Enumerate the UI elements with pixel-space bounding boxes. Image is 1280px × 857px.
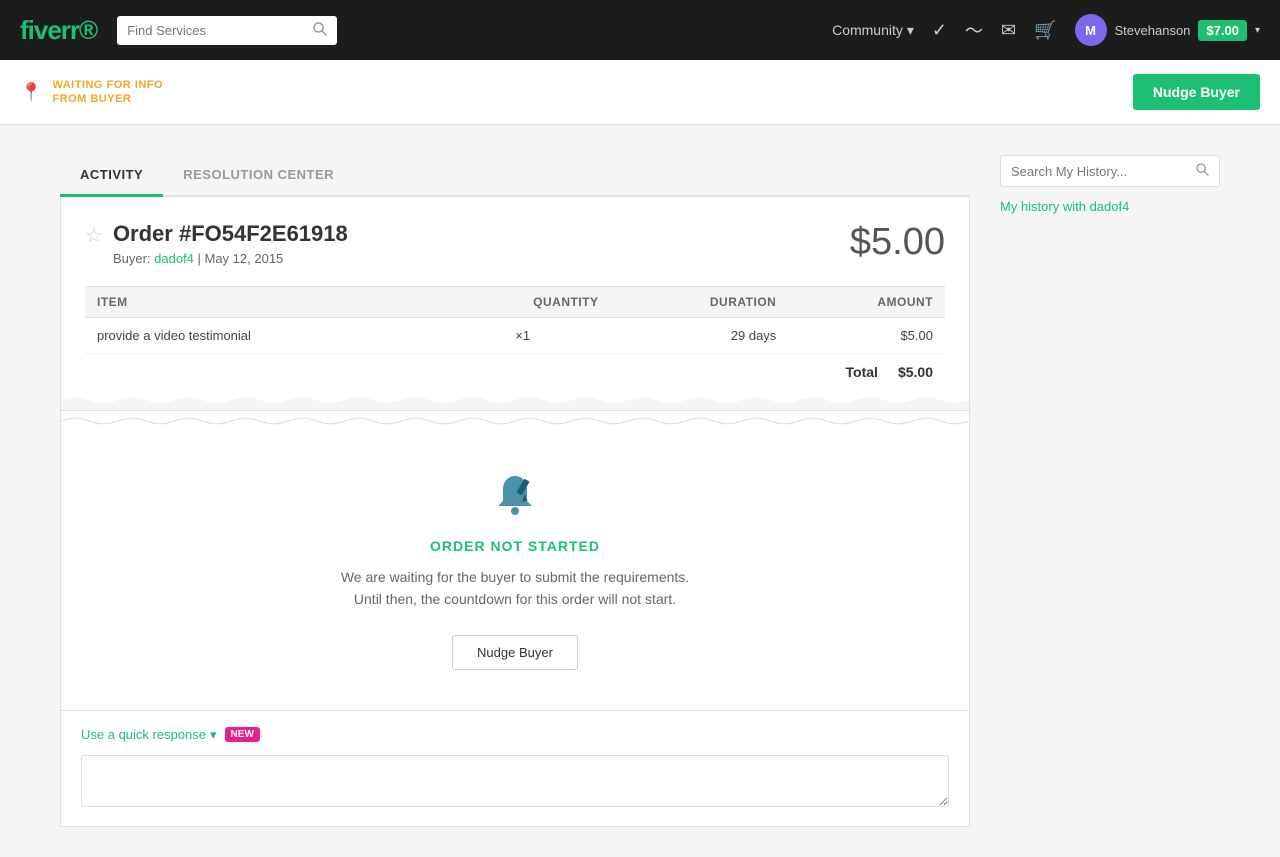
tab-resolution-center[interactable]: RESOLUTION CENTER bbox=[163, 155, 354, 197]
table-row: provide a video testimonial ×1 29 days $… bbox=[85, 318, 945, 354]
buyer-link[interactable]: dadof4 bbox=[154, 251, 194, 266]
logo[interactable]: fiverr® bbox=[20, 15, 97, 46]
header-nav: Community ▾ ✓ 〜 ✉ 🛒 M Stevehanson $7.00 … bbox=[832, 14, 1260, 46]
col-amount: AMOUNT bbox=[788, 287, 945, 318]
total-value: $5.00 bbox=[898, 364, 933, 380]
right-sidebar: My history with dadof4 bbox=[1000, 155, 1220, 827]
user-chevron-icon: ▾ bbox=[1255, 25, 1260, 36]
user-area[interactable]: M Stevehanson $7.00 ▾ bbox=[1075, 14, 1260, 46]
analytics-icon[interactable]: 〜 bbox=[965, 17, 983, 43]
waiting-line1: We are waiting for the buyer to submit t… bbox=[81, 566, 949, 588]
new-badge: NEW bbox=[225, 727, 260, 742]
quick-response-header: Use a quick response ▾ NEW bbox=[81, 727, 949, 743]
nudge-buyer-button-center[interactable]: Nudge Buyer bbox=[452, 635, 578, 670]
logo-dot: ® bbox=[79, 15, 97, 45]
checkmark-icon[interactable]: ✓ bbox=[932, 20, 947, 41]
col-duration: DURATION bbox=[611, 287, 789, 318]
order-meta: Buyer: dadof4 | May 12, 2015 bbox=[113, 251, 348, 266]
status-text: WAITING FOR INFO FROM BUYER bbox=[52, 78, 163, 107]
history-link[interactable]: My history with dadof4 bbox=[1000, 199, 1220, 214]
order-header: ☆ Order #FO54F2E61918 Buyer: dadof4 | Ma… bbox=[85, 221, 945, 266]
col-item: ITEM bbox=[85, 287, 435, 318]
order-not-started-label: ORDER NOT STARTED bbox=[81, 538, 949, 554]
col-quantity: QUANTITY bbox=[435, 287, 611, 318]
not-started-card: ORDER NOT STARTED We are waiting for the… bbox=[60, 431, 970, 711]
cart-icon[interactable]: 🛒 bbox=[1034, 20, 1056, 41]
quick-response-chevron-icon: ▾ bbox=[210, 727, 217, 743]
avatar-initial: M bbox=[1085, 23, 1096, 38]
username: Stevehanson bbox=[1115, 23, 1191, 38]
quick-response-card: Use a quick response ▾ NEW bbox=[60, 711, 970, 827]
quick-response-link[interactable]: Use a quick response ▾ bbox=[81, 727, 217, 743]
messages-icon[interactable]: ✉ bbox=[1001, 20, 1016, 41]
bell-icon-wrap bbox=[81, 471, 949, 524]
nudge-buyer-button-top[interactable]: Nudge Buyer bbox=[1133, 74, 1260, 110]
wavy-separator bbox=[60, 411, 970, 431]
status-label-line1: WAITING FOR INFO bbox=[52, 78, 163, 92]
date-separator: | bbox=[194, 251, 205, 266]
balance-badge: $7.00 bbox=[1198, 20, 1247, 41]
row-amount: $5.00 bbox=[788, 318, 945, 354]
search-icon bbox=[313, 22, 327, 39]
order-card: ☆ Order #FO54F2E61918 Buyer: dadof4 | Ma… bbox=[60, 197, 970, 411]
history-search-input[interactable] bbox=[1011, 164, 1190, 179]
waiting-text: We are waiting for the buyer to submit t… bbox=[81, 566, 949, 611]
status-label-line2: FROM BUYER bbox=[52, 92, 163, 106]
community-label: Community bbox=[832, 22, 903, 38]
waiting-line2: Until then, the countdown for this order… bbox=[81, 588, 949, 610]
pin-icon: 📍 bbox=[20, 82, 42, 103]
status-left: 📍 WAITING FOR INFO FROM BUYER bbox=[20, 78, 163, 107]
left-panel: ACTIVITY RESOLUTION CENTER ☆ Order #FO54… bbox=[60, 155, 970, 827]
community-chevron-icon: ▾ bbox=[907, 22, 914, 39]
order-title: Order #FO54F2E61918 bbox=[113, 221, 348, 247]
row-quantity: ×1 bbox=[435, 318, 611, 354]
order-date: May 12, 2015 bbox=[205, 251, 284, 266]
row-item: provide a video testimonial bbox=[85, 318, 435, 354]
total-label: Total bbox=[846, 364, 878, 380]
row-duration: 29 days bbox=[611, 318, 789, 354]
buyer-prefix: Buyer: bbox=[113, 251, 154, 266]
order-title-info: Order #FO54F2E61918 Buyer: dadof4 | May … bbox=[113, 221, 348, 266]
history-search-icon bbox=[1196, 163, 1209, 179]
order-table: ITEM QUANTITY DURATION AMOUNT provide a … bbox=[85, 286, 945, 354]
wavy-divider bbox=[61, 390, 969, 410]
bell-icon bbox=[490, 471, 540, 521]
tab-activity[interactable]: ACTIVITY bbox=[60, 155, 163, 197]
order-amount: $5.00 bbox=[850, 221, 945, 264]
header: fiverr® Community ▾ ✓ 〜 ✉ 🛒 M Stevehanso… bbox=[0, 0, 1280, 60]
tabs: ACTIVITY RESOLUTION CENTER bbox=[60, 155, 970, 197]
avatar: M bbox=[1075, 14, 1107, 46]
status-bar: 📍 WAITING FOR INFO FROM BUYER Nudge Buye… bbox=[0, 60, 1280, 125]
order-title-wrap: ☆ Order #FO54F2E61918 Buyer: dadof4 | Ma… bbox=[85, 221, 348, 266]
search-input[interactable] bbox=[127, 23, 307, 38]
star-icon[interactable]: ☆ bbox=[85, 223, 103, 248]
search-bar[interactable] bbox=[117, 16, 337, 45]
community-button[interactable]: Community ▾ bbox=[832, 22, 914, 39]
response-textarea[interactable] bbox=[81, 755, 949, 807]
quick-response-label: Use a quick response bbox=[81, 727, 206, 742]
history-search[interactable] bbox=[1000, 155, 1220, 187]
total-row: Total $5.00 bbox=[85, 354, 945, 390]
main-content: ACTIVITY RESOLUTION CENTER ☆ Order #FO54… bbox=[0, 125, 1280, 857]
logo-text: fiverr bbox=[20, 15, 79, 45]
